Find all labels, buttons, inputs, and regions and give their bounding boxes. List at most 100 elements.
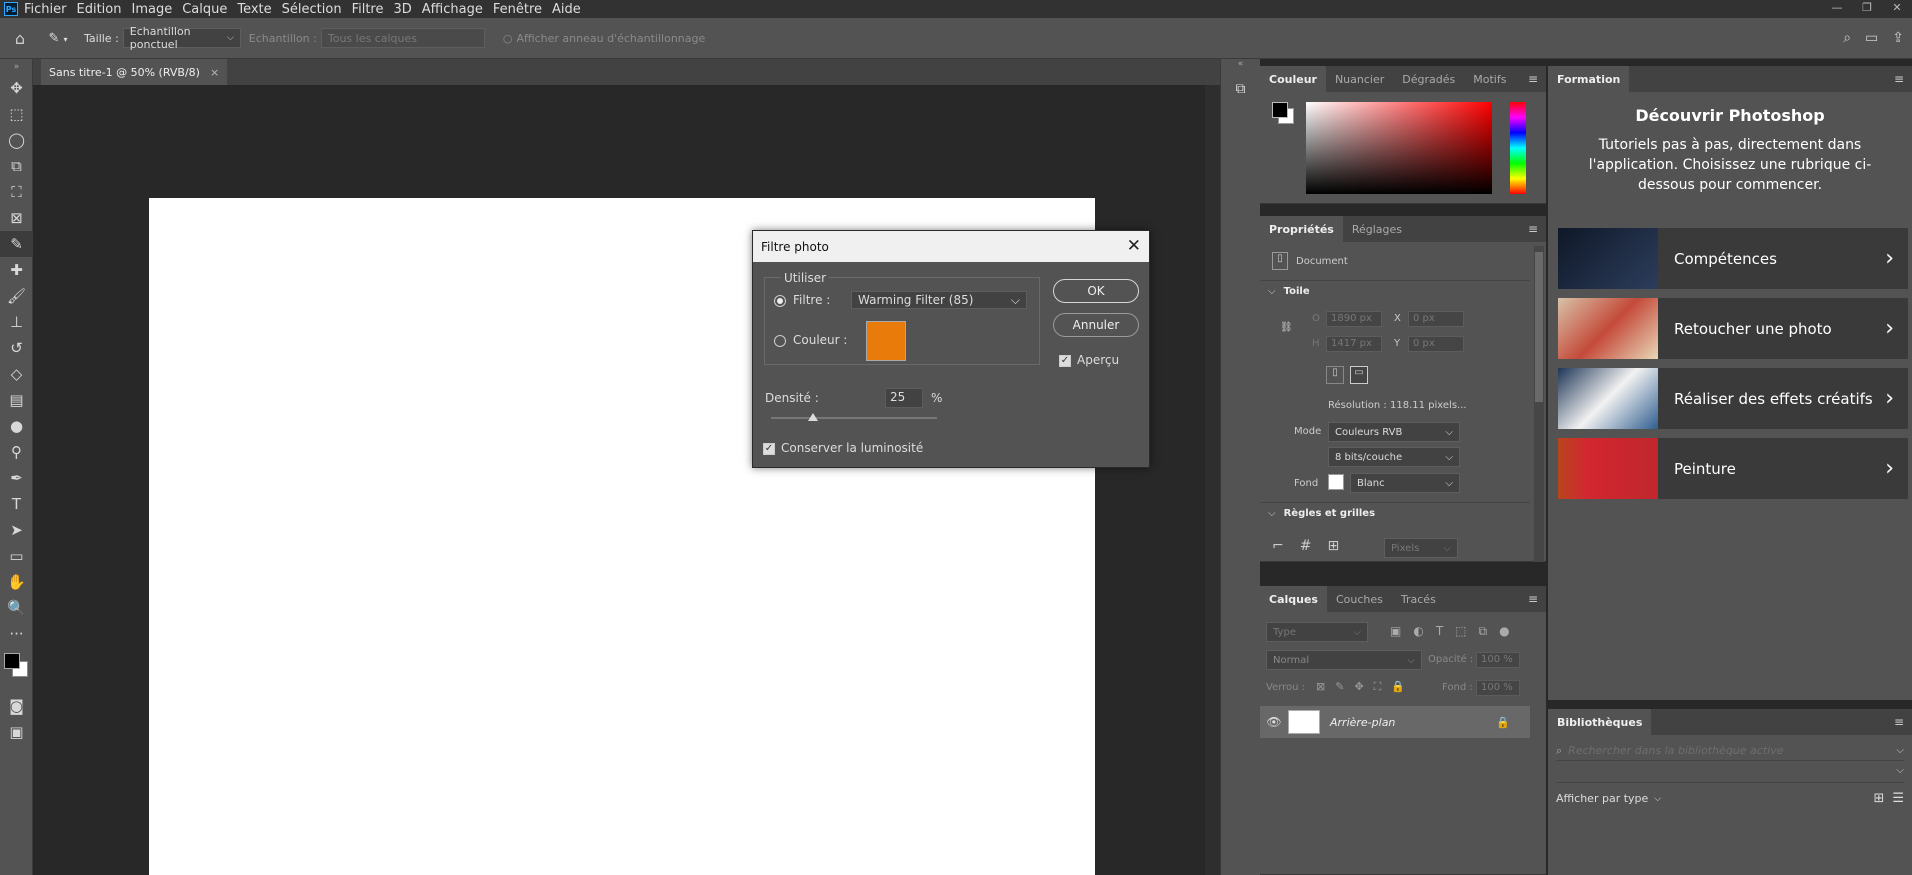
close-window-icon[interactable]: ✕ (1882, 0, 1912, 18)
lock-artboard-icon[interactable]: ⛶ (1374, 680, 1382, 694)
document-scrollbar[interactable] (1205, 85, 1220, 875)
portrait-icon[interactable]: ▯ (1326, 366, 1344, 384)
tab-nuancier[interactable]: Nuancier (1326, 66, 1393, 92)
guides-icon[interactable]: ⊞ (1327, 538, 1339, 554)
menu-fenetre[interactable]: Fenêtre (493, 2, 542, 17)
crop-tool-icon[interactable]: ⛶ (0, 179, 33, 205)
color-field[interactable] (1306, 102, 1492, 194)
lasso-tool-icon[interactable]: ◯ (0, 127, 33, 153)
move-tool-icon[interactable]: ✥ (0, 75, 33, 101)
visibility-eye-icon[interactable]: 👁 (1260, 715, 1288, 729)
view-by-type[interactable]: Afficher par type (1556, 792, 1648, 805)
hue-slider[interactable] (1510, 102, 1526, 194)
frame-tool-icon[interactable]: ⊠ (0, 205, 33, 231)
library-select[interactable]: ⌵ (1556, 765, 1904, 783)
luminosite-checkbox[interactable]: ✓ (763, 443, 775, 455)
search-icon[interactable]: ⌕ (1843, 30, 1851, 46)
menu-fichier[interactable]: Fichier (24, 2, 67, 17)
menu-calque[interactable]: Calque (182, 2, 227, 17)
close-icon[interactable]: ✕ (1127, 236, 1141, 256)
fond-swatch[interactable] (1328, 474, 1344, 490)
type-tool-icon[interactable]: T (0, 491, 33, 517)
list-view-icon[interactable]: ☰ (1892, 791, 1904, 806)
couleur-swatch[interactable] (866, 321, 906, 361)
chevron-down-icon[interactable]: ⌵ (1268, 508, 1276, 519)
home-icon[interactable]: ⌂ (0, 29, 40, 48)
bits-select[interactable]: 8 bits/couche ⌵ (1328, 447, 1460, 467)
height-field[interactable]: 1417 px (1326, 336, 1382, 352)
filtre-radio[interactable] (774, 295, 786, 307)
more-tools-icon[interactable]: ··· (0, 621, 33, 647)
ok-button[interactable]: OK (1053, 279, 1139, 303)
lock-all-icon[interactable]: 🔒 (1391, 680, 1405, 694)
couleur-radio[interactable] (774, 335, 786, 347)
blur-tool-icon[interactable]: ● (0, 413, 33, 439)
dodge-tool-icon[interactable]: ⚲ (0, 439, 33, 465)
card-effets[interactable]: Réaliser des effets créatifs › (1558, 368, 1908, 429)
x-field[interactable]: 0 px (1408, 311, 1464, 327)
document-tab[interactable]: Sans titre-1 @ 50% (RVB/8) × (41, 59, 228, 85)
collapse-strip-icon[interactable]: « (1221, 59, 1260, 69)
collapse-toolbar-icon[interactable]: » (0, 59, 33, 75)
echantillon-select[interactable]: Tous les calques (320, 28, 485, 48)
tab-degrades[interactable]: Dégradés (1393, 66, 1464, 92)
menu-texte[interactable]: Texte (237, 2, 271, 17)
card-competences[interactable]: Compétences › (1558, 228, 1908, 289)
tab-motifs[interactable]: Motifs (1464, 66, 1515, 92)
pen-tool-icon[interactable]: ✒ (0, 465, 33, 491)
menu-selection[interactable]: Sélection (282, 2, 342, 17)
tab-formation[interactable]: Formation (1548, 66, 1630, 92)
filtre-select[interactable]: Warming Filter (85) ⌵ (851, 291, 1027, 309)
healing-tool-icon[interactable]: ✚ (0, 257, 33, 283)
menu-3d[interactable]: 3D (394, 2, 412, 17)
rulers-icon[interactable]: ⌐ (1272, 538, 1284, 554)
card-peinture[interactable]: Peinture › (1558, 438, 1908, 499)
width-field[interactable]: 1890 px (1326, 311, 1382, 327)
densite-field[interactable]: 25 (885, 388, 923, 408)
filter-adjust-icon[interactable]: ◐ (1413, 624, 1423, 639)
densite-slider[interactable] (771, 413, 937, 421)
panel-menu-icon[interactable]: ≡ (1528, 222, 1538, 236)
chevron-down-icon[interactable]: ⌵ (1896, 745, 1904, 756)
rectangle-tool-icon[interactable]: ▭ (0, 543, 33, 569)
minimize-icon[interactable]: — (1822, 0, 1852, 18)
brush-tool-icon[interactable]: 🖌 (0, 283, 33, 309)
eraser-tool-icon[interactable]: ◇ (0, 361, 33, 387)
lock-pixels-icon[interactable]: ⊠ (1316, 680, 1325, 694)
fill-field[interactable]: 100 % (1476, 680, 1520, 696)
opacity-field[interactable]: 100 % (1476, 652, 1520, 668)
panel-menu-icon[interactable]: ≡ (1894, 72, 1904, 86)
panel-menu-icon[interactable]: ≡ (1528, 72, 1538, 86)
menu-aide[interactable]: Aide (552, 2, 581, 17)
layer-row[interactable]: 👁 Arrière-plan 🔒 (1260, 706, 1530, 738)
tab-traces[interactable]: Tracés (1392, 586, 1445, 612)
cancel-button[interactable]: Annuler (1053, 313, 1139, 337)
layer-filter-select[interactable]: Type ⌵ (1266, 622, 1368, 642)
marquee-tool-icon[interactable]: ⬚ (0, 101, 33, 127)
tab-reglages[interactable]: Réglages (1343, 216, 1411, 242)
stamp-tool-icon[interactable]: ⊥ (0, 309, 33, 335)
units-select[interactable]: Pixels ⌵ (1384, 538, 1458, 558)
lock-paint-icon[interactable]: ✎ (1335, 680, 1344, 694)
screen-mode-icon[interactable]: ▣ (0, 719, 33, 745)
tab-calques[interactable]: Calques (1260, 586, 1327, 612)
restore-icon[interactable]: ❐ (1852, 0, 1882, 18)
eyedropper-tool-icon[interactable]: ✎ (0, 231, 33, 257)
chevron-down-icon[interactable]: ⌵ (1268, 286, 1276, 297)
foreground-color-swatch[interactable] (1272, 102, 1288, 118)
card-retoucher[interactable]: Retoucher une photo › (1558, 298, 1908, 359)
grid-icon[interactable]: # (1300, 538, 1312, 554)
eyedropper-preset-icon[interactable]: ✎ ▾ (40, 31, 76, 46)
history-brush-icon[interactable]: ↺ (0, 335, 33, 361)
lock-position-icon[interactable]: ✥ (1354, 680, 1363, 694)
mode-select[interactable]: Couleurs RVB ⌵ (1328, 422, 1460, 442)
grid-view-icon[interactable]: ⊞ (1873, 791, 1884, 806)
filter-type-icon[interactable]: T (1436, 624, 1443, 639)
taille-select[interactable]: Echantillon ponctuel ⌵ (122, 25, 241, 51)
fond-select[interactable]: Blanc ⌵ (1350, 473, 1460, 493)
path-select-tool-icon[interactable]: ➤ (0, 517, 33, 543)
workspace-icon[interactable]: ▭ (1865, 30, 1878, 46)
link-icon[interactable]: ⛓ (1280, 322, 1293, 333)
menu-affichage[interactable]: Affichage (422, 2, 483, 17)
zoom-tool-icon[interactable]: 🔍 (0, 595, 33, 621)
